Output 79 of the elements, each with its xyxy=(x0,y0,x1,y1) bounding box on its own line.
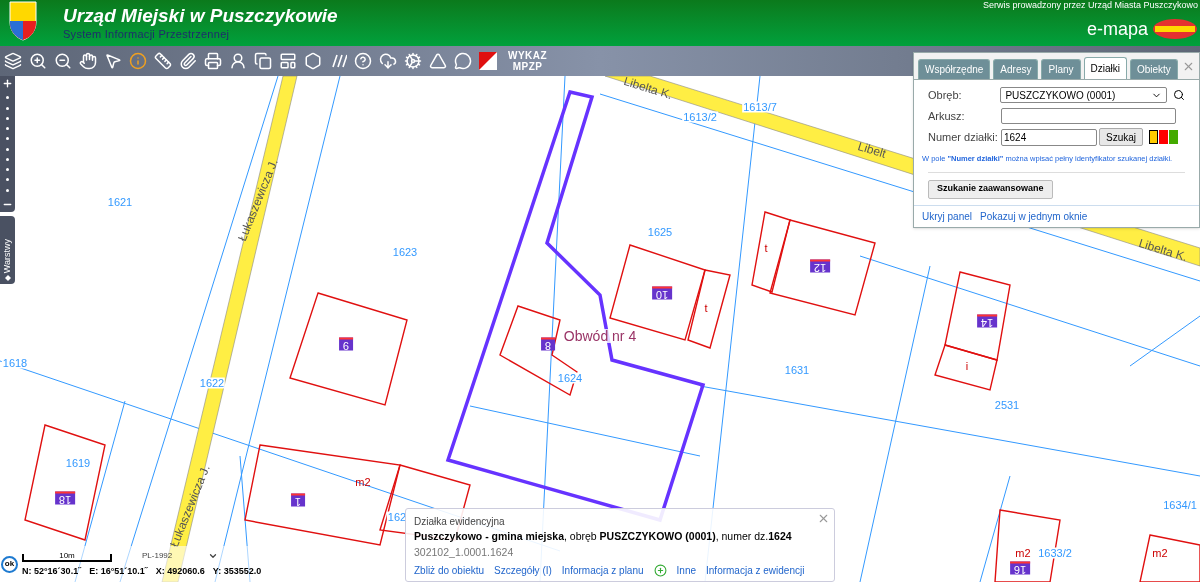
panel-tab[interactable]: Adresy xyxy=(993,59,1039,79)
service-note: Serwis prowadzony przez Urząd Miasta Puszczykowo xyxy=(982,0,1198,10)
house-number: 9 xyxy=(338,337,354,351)
field-label: Obręb: xyxy=(928,88,963,103)
parcel-description: Puszczykowo - gmina miejska, obręb PUSZCZYKOWO (0001), numer dz.1624 xyxy=(414,529,792,544)
panel-tab[interactable]: Współrzędne xyxy=(918,59,991,79)
search-button[interactable]: Szukaj xyxy=(1099,128,1143,146)
parcel-identifier: 302102_1.0001.1624 xyxy=(414,544,515,560)
house-number: 10 xyxy=(651,286,673,300)
color-swatch[interactable] xyxy=(1159,130,1168,144)
scale-bar: 10m xyxy=(22,553,112,562)
building-use-label: m2 xyxy=(1015,547,1031,559)
house-number: 14 xyxy=(976,314,998,328)
parcel-number: 1634/1 xyxy=(1162,499,1198,511)
coordinate-readout: X: 492060.6 xyxy=(155,564,205,578)
globe-logo-icon xyxy=(1152,18,1198,40)
popup-link[interactable]: Informacja z ewidencji xyxy=(706,562,805,578)
parcel-number: 1633/2 xyxy=(1037,547,1073,559)
parcel-number: 1613/2 xyxy=(682,111,718,123)
building-use-label: t xyxy=(764,242,768,254)
projection-select[interactable]: PL-1992 xyxy=(142,549,219,562)
ok-button[interactable]: ok xyxy=(1,555,18,573)
close-icon[interactable] xyxy=(1182,60,1195,73)
popup-title: Działka ewidencyjna xyxy=(414,515,505,529)
search-icon[interactable] xyxy=(1173,89,1185,102)
coordinate-readout: N: 52°16´30.1˝ xyxy=(22,564,82,578)
color-swatch[interactable] xyxy=(1169,130,1178,144)
field-label: Arkusz: xyxy=(928,108,966,124)
popup-link[interactable]: Szczegóły (I) xyxy=(494,562,552,578)
parcel-number: 1622 xyxy=(198,377,226,389)
sheet-input[interactable] xyxy=(1001,107,1176,124)
parcel-number: 1621 xyxy=(106,196,134,208)
color-swatch[interactable] xyxy=(1149,130,1158,144)
field-label: Numer działki: xyxy=(928,129,999,145)
close-icon[interactable] xyxy=(817,512,830,525)
parcel-number-input[interactable]: 1624 xyxy=(1001,128,1097,146)
building-use-label: m2 xyxy=(355,476,371,488)
panel-tab[interactable]: Działki xyxy=(1083,57,1127,79)
building-use-label: i xyxy=(965,360,969,372)
panel-tab[interactable]: Obiekty xyxy=(1129,59,1178,79)
zoom-in-icon[interactable] xyxy=(2,78,13,89)
parcel-number: 1624 xyxy=(556,372,584,384)
parcel-number: 1613/7 xyxy=(742,101,778,113)
panel-tab[interactable]: Plany xyxy=(1041,59,1081,79)
district-label: Obwód nr 4 xyxy=(563,329,637,343)
site-title: Urząd Miejski w Puszczykowie xyxy=(63,5,338,27)
coordinate-readout: Y: 353552.0 xyxy=(212,564,262,578)
parcel-number: 1618 xyxy=(1,357,29,369)
plan-symbol-icon[interactable] xyxy=(477,49,498,73)
parcel-number: 1619 xyxy=(64,457,92,469)
building-use-label: t xyxy=(704,302,708,314)
popup-link[interactable]: Zbliż do obiektu xyxy=(414,562,485,578)
parcel-number: 1631 xyxy=(783,364,811,376)
popup-link[interactable]: Informacja z planu xyxy=(561,562,644,578)
site-subtitle: System Informacji Przestrzennej xyxy=(63,27,231,41)
panel-link[interactable]: Pokazuj w jednym oknie xyxy=(980,208,1088,224)
parcel-number: 2531 xyxy=(993,399,1021,411)
brand-name: e-mapa xyxy=(1086,19,1148,39)
house-number: 12 xyxy=(809,259,831,273)
plus-icon[interactable] xyxy=(653,563,667,577)
street-name: Libelt xyxy=(856,140,888,160)
advanced-search-button[interactable]: Szukanie zaawansowane xyxy=(928,179,1053,199)
layers-tab[interactable]: Warstwy xyxy=(0,216,15,284)
parcel-number: 1625 xyxy=(646,226,674,238)
plan-list-button[interactable]: WYKAZ MPZP xyxy=(508,50,548,72)
coat-of-arms-icon xyxy=(9,1,37,41)
popup-link[interactable]: Inne xyxy=(676,562,697,578)
diamond-icon xyxy=(4,275,11,281)
parcel-number: 1623 xyxy=(391,246,419,258)
street-name: Libelta K. xyxy=(622,74,674,102)
precinct-select[interactable]: PUSZCZYKOWO (0001) xyxy=(1000,87,1168,104)
house-number: 8 xyxy=(540,337,556,351)
house-number: 16 xyxy=(1009,561,1031,575)
street-name: Libelta K. xyxy=(1137,236,1189,264)
house-number: 18 xyxy=(54,491,76,505)
house-number: 1 xyxy=(290,493,306,507)
coordinate-readout: E: 16°51´10.1˝ xyxy=(89,564,148,578)
panel-link[interactable]: Ukryj panel xyxy=(922,208,973,224)
building-use-label: m2 xyxy=(1152,547,1168,559)
